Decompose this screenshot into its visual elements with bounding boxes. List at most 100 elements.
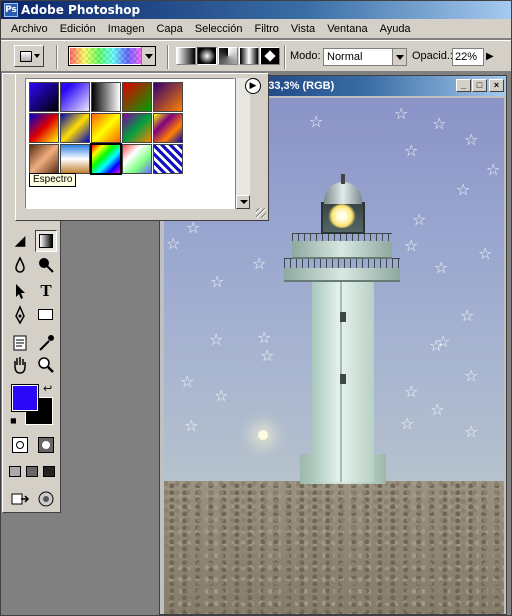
gradient-preset-foreground-to-background[interactable] bbox=[29, 82, 59, 112]
eyedropper-tool-icon[interactable] bbox=[35, 332, 57, 354]
notes-tool-icon[interactable] bbox=[9, 332, 31, 354]
zoom-tool-icon[interactable] bbox=[35, 354, 57, 376]
lighthouse-window bbox=[340, 312, 346, 322]
notes-glyph bbox=[13, 335, 27, 351]
popup-scrollbar[interactable] bbox=[235, 78, 250, 209]
rectangle-tool-icon[interactable] bbox=[35, 304, 57, 326]
mode-select[interactable]: Normal bbox=[323, 48, 407, 66]
standard-mode-icon[interactable] bbox=[9, 434, 31, 456]
arrow-glyph bbox=[16, 284, 25, 299]
menu-seleccion[interactable]: Selección bbox=[189, 19, 249, 39]
gradient-preset-orange-yellow-orange[interactable] bbox=[91, 113, 121, 143]
full-screen-icon[interactable] bbox=[41, 462, 57, 484]
lighthouse-upper-railing bbox=[292, 233, 392, 241]
opacity-input[interactable]: 22% bbox=[452, 48, 484, 66]
mode-label: Modo: bbox=[290, 50, 321, 62]
star-shape: ☆ bbox=[209, 330, 224, 349]
gradient-preview-swatch[interactable] bbox=[70, 48, 142, 64]
gradient-dropdown-arrow-icon[interactable] bbox=[141, 47, 155, 65]
star-shape: ☆ bbox=[460, 306, 475, 325]
gradient-preset-spectrum[interactable] bbox=[90, 143, 122, 175]
star-shape: ☆ bbox=[394, 104, 409, 123]
quick-mask-mode-icon[interactable] bbox=[35, 434, 57, 456]
jump-to-imageready-icon[interactable] bbox=[9, 488, 31, 510]
hand-tool-icon[interactable] bbox=[9, 354, 31, 376]
opacity-label: Opacid.: bbox=[412, 50, 453, 62]
default-colors-icon[interactable]: ◼ bbox=[10, 416, 19, 425]
star-shape: ☆ bbox=[210, 272, 225, 291]
magnifier-glyph bbox=[38, 357, 54, 373]
hand-glyph bbox=[14, 357, 26, 374]
gradient-preset-copper[interactable] bbox=[29, 144, 59, 174]
lighthouse-lower-gallery bbox=[284, 268, 400, 282]
pen-glyph bbox=[15, 305, 25, 325]
reflected-gradient-icon[interactable] bbox=[239, 47, 259, 65]
gradient-preset-black-white[interactable] bbox=[91, 82, 121, 112]
popup-menu-button[interactable]: ▶ bbox=[245, 78, 261, 94]
menu-ventana[interactable]: Ventana bbox=[321, 19, 373, 39]
star-shape: ☆ bbox=[404, 141, 419, 160]
gradient-preset-red-green[interactable] bbox=[122, 82, 152, 112]
separator bbox=[167, 45, 169, 69]
scroll-down-arrow-icon[interactable] bbox=[236, 195, 250, 209]
tool-preset-picker[interactable] bbox=[14, 45, 44, 67]
separator bbox=[56, 45, 58, 69]
photoshop-window: Ps Adobe Photoshop Archivo Edición Image… bbox=[0, 0, 512, 616]
gradient-preset-blue-yellow-blue[interactable] bbox=[60, 113, 90, 143]
full-screen-menu-icon[interactable] bbox=[24, 462, 40, 484]
gradient-preset-violet-orange[interactable] bbox=[153, 82, 183, 112]
gradient-preset-violet-green-orange[interactable] bbox=[122, 113, 152, 143]
standard-screen-icon[interactable] bbox=[7, 462, 23, 484]
menu-ayuda[interactable]: Ayuda bbox=[374, 19, 417, 39]
gradient-preset-yellow-violet-orange-blue[interactable] bbox=[153, 113, 183, 143]
imageready-icon[interactable] bbox=[35, 488, 57, 510]
maximize-button[interactable]: □ bbox=[472, 79, 487, 92]
menu-bar: Archivo Edición Imagen Capa Selección Fi… bbox=[1, 19, 511, 39]
screen-glyph bbox=[9, 466, 21, 477]
screen-glyph bbox=[43, 466, 55, 477]
gradient-preset-blue-red-yellow[interactable] bbox=[29, 113, 59, 143]
app-title-bar: Ps Adobe Photoshop bbox=[1, 1, 511, 19]
star-shape: ☆ bbox=[309, 112, 324, 131]
path-selection-tool-icon[interactable] bbox=[9, 280, 31, 302]
star-shape: ☆ bbox=[404, 236, 419, 255]
chevron-down-icon bbox=[34, 54, 40, 58]
minimize-button[interactable]: _ bbox=[456, 79, 471, 92]
eraser-tool-icon[interactable]: ◢ bbox=[9, 230, 31, 252]
menu-capa[interactable]: Capa bbox=[150, 19, 188, 39]
foreground-color-swatch[interactable] bbox=[11, 384, 39, 412]
linear-gradient-icon[interactable] bbox=[176, 47, 196, 65]
gradient-picker[interactable] bbox=[68, 46, 156, 66]
gradient-tool-icon[interactable] bbox=[35, 230, 57, 252]
menu-vista[interactable]: Vista bbox=[285, 19, 321, 39]
gradient-preset-transparent-rainbow[interactable] bbox=[122, 144, 152, 174]
menu-imagen[interactable]: Imagen bbox=[102, 19, 151, 39]
gradient-preset-transparent-stripes[interactable] bbox=[153, 144, 183, 174]
gradient-tool-glyph bbox=[39, 234, 53, 248]
dodge-tool-icon[interactable] bbox=[35, 254, 57, 276]
moon bbox=[258, 430, 268, 440]
resize-grip-icon[interactable] bbox=[256, 208, 266, 218]
star-shape: ☆ bbox=[456, 180, 471, 199]
gradient-preset-chrome[interactable] bbox=[60, 144, 90, 174]
options-bar: Modo: Normal Opacid.: 22% ▶ bbox=[1, 40, 511, 72]
rocky-ground bbox=[164, 481, 504, 614]
star-shape: ☆ bbox=[166, 234, 181, 253]
lighthouse-tip bbox=[341, 174, 345, 184]
diamond-gradient-icon[interactable] bbox=[260, 47, 280, 65]
close-button[interactable]: × bbox=[489, 79, 504, 92]
pen-tool-icon[interactable] bbox=[9, 304, 31, 326]
radial-gradient-icon[interactable] bbox=[197, 47, 217, 65]
gradient-presets-list bbox=[25, 78, 235, 209]
menu-edicion[interactable]: Edición bbox=[54, 19, 102, 39]
photoshop-app-icon: Ps bbox=[4, 3, 18, 17]
menu-archivo[interactable]: Archivo bbox=[5, 19, 54, 39]
chevron-down-icon[interactable] bbox=[392, 49, 406, 65]
swap-colors-icon[interactable]: ↩ bbox=[43, 382, 52, 395]
menu-filtro[interactable]: Filtro bbox=[248, 19, 284, 39]
opacity-slider-arrow-icon[interactable]: ▶ bbox=[486, 51, 494, 62]
gradient-preset-foreground-to-transparent[interactable] bbox=[60, 82, 90, 112]
angle-gradient-icon[interactable] bbox=[218, 47, 238, 65]
blur-tool-icon[interactable] bbox=[9, 254, 31, 276]
type-tool-icon[interactable]: T bbox=[35, 280, 57, 302]
